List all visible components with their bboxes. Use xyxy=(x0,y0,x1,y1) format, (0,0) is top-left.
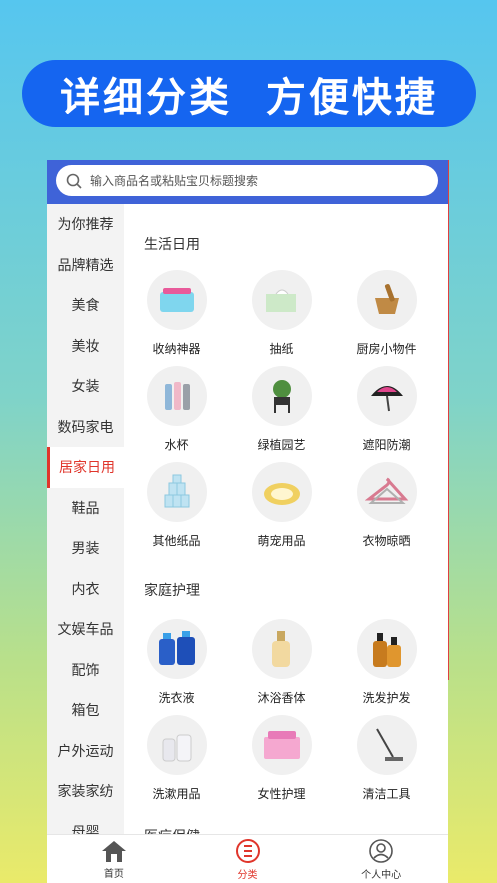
bottom-tabbar: 首页 分类 个人中心 xyxy=(47,834,448,883)
category-tile[interactable]: 洗发护发 xyxy=(334,615,439,711)
tab-label: 个人中心 xyxy=(361,870,402,881)
category-tile[interactable]: 女性护理 xyxy=(229,711,334,807)
storage-box-icon xyxy=(159,288,194,312)
sidebar-item[interactable]: 为你推荐 xyxy=(47,204,124,245)
category-content: 生活日用 收纳神器 抽纸 厨房小物件 水杯 绿植园艺 遮阳防潮 其他纸品 萌宠用… xyxy=(124,204,448,834)
tile-label: 洗衣液 xyxy=(158,691,195,705)
home-icon xyxy=(101,841,126,862)
shampoo-icon xyxy=(372,633,401,667)
search-input[interactable]: 输入商品名或粘贴宝贝标题搜索 xyxy=(56,165,438,196)
sidebar-item[interactable]: 品牌精选 xyxy=(47,245,124,286)
detergent-icon xyxy=(158,631,195,665)
category-tile[interactable]: 沐浴香体 xyxy=(229,615,334,711)
plant-icon xyxy=(272,380,291,413)
category-tile[interactable]: 其他纸品 xyxy=(124,458,229,554)
tile-label: 绿植园艺 xyxy=(257,438,306,452)
body-wash-icon xyxy=(271,631,290,667)
umbrella-icon xyxy=(370,386,403,412)
tile-label: 沐浴香体 xyxy=(257,691,306,705)
category-tile[interactable]: 清洁工具 xyxy=(334,711,439,807)
sidebar-item[interactable]: 男装 xyxy=(47,528,124,569)
category-tile[interactable]: 衣物晾晒 xyxy=(334,458,439,554)
search-header: 输入商品名或粘贴宝贝标题搜索 xyxy=(47,160,448,204)
sidebar-item[interactable]: 母婴 xyxy=(47,812,124,834)
tab-home[interactable]: 首页 xyxy=(47,835,181,883)
category-tile[interactable]: 厨房小物件 xyxy=(334,266,439,362)
tile-label: 清洁工具 xyxy=(362,787,411,801)
sidebar-item[interactable]: 数码家电 xyxy=(47,407,124,448)
sidebar-item[interactable]: 配饰 xyxy=(47,650,124,691)
tile-label: 收纳神器 xyxy=(152,342,201,356)
tile-label: 女性护理 xyxy=(257,787,306,801)
promo-banner: 详细分类 方便快捷 xyxy=(22,60,476,127)
category-tile[interactable]: 洗衣液 xyxy=(124,615,229,711)
toiletries-icon xyxy=(162,734,191,762)
section-title: 家庭护理 xyxy=(144,583,200,599)
tab-label: 分类 xyxy=(237,870,258,881)
tile-label: 水杯 xyxy=(164,438,189,452)
tab-category[interactable]: 分类 xyxy=(181,835,315,883)
section-title: 生活日用 xyxy=(144,237,200,253)
section-title: 医疗保健 xyxy=(144,826,200,834)
hanger-icon xyxy=(364,477,408,504)
section-grid: 收纳神器 抽纸 厨房小物件 水杯 绿植园艺 遮阳防潮 其他纸品 萌宠用品 衣物晾… xyxy=(124,266,448,554)
mortar-icon xyxy=(374,284,399,314)
tile-label: 厨房小物件 xyxy=(356,342,417,356)
pads-icon xyxy=(263,731,300,759)
app-screen: 输入商品名或粘贴宝贝标题搜索 为你推荐 品牌精选 美食 美妆 女装 数码家电 居… xyxy=(47,160,448,883)
sidebar-item[interactable]: 女装 xyxy=(47,366,124,407)
tile-label: 萌宠用品 xyxy=(257,534,306,548)
category-tile[interactable]: 水杯 xyxy=(124,362,229,458)
tile-label: 遮阳防潮 xyxy=(362,438,411,452)
sidebar-item[interactable]: 家装家纺 xyxy=(47,771,124,812)
tab-label: 首页 xyxy=(103,869,124,880)
category-tile[interactable]: 洗漱用品 xyxy=(124,711,229,807)
sidebar-item[interactable]: 美食 xyxy=(47,285,124,326)
category-sidebar: 为你推荐 品牌精选 美食 美妆 女装 数码家电 居家日用 鞋品 男装 内衣 文娱… xyxy=(47,204,124,834)
tile-label: 衣物晾晒 xyxy=(362,534,411,548)
search-placeholder: 输入商品名或粘贴宝贝标题搜索 xyxy=(90,174,259,188)
category-tile[interactable]: 收纳神器 xyxy=(124,266,229,362)
sidebar-item[interactable]: 箱包 xyxy=(47,690,124,731)
tile-label: 洗发护发 xyxy=(362,691,411,705)
pet-bed-icon xyxy=(263,483,300,505)
sidebar-item[interactable]: 美妆 xyxy=(47,326,124,367)
user-icon xyxy=(369,839,393,863)
tile-label: 其他纸品 xyxy=(152,534,201,548)
category-icon xyxy=(235,839,260,863)
tissue-icon xyxy=(265,289,296,312)
category-tile[interactable]: 萌宠用品 xyxy=(229,458,334,554)
toilet-paper-icon xyxy=(164,474,189,508)
tile-label: 抽纸 xyxy=(269,342,294,356)
tile-label: 洗漱用品 xyxy=(152,787,201,801)
sidebar-item-active[interactable]: 居家日用 xyxy=(47,447,124,488)
sidebar-item[interactable]: 文娱车品 xyxy=(47,609,124,650)
mop-icon xyxy=(375,728,403,761)
sidebar-item[interactable]: 户外运动 xyxy=(47,731,124,772)
section-grid: 洗衣液 沐浴香体 洗发护发 洗漱用品 女性护理 清洁工具 xyxy=(124,615,448,807)
cup-icon xyxy=(164,382,190,410)
sidebar-item[interactable]: 鞋品 xyxy=(47,488,124,529)
category-tile[interactable]: 抽纸 xyxy=(229,266,334,362)
category-tile[interactable]: 遮阳防潮 xyxy=(334,362,439,458)
search-icon xyxy=(66,173,82,189)
tab-profile[interactable]: 个人中心 xyxy=(314,835,448,883)
category-tile[interactable]: 绿植园艺 xyxy=(229,362,334,458)
sidebar-item[interactable]: 内衣 xyxy=(47,569,124,610)
